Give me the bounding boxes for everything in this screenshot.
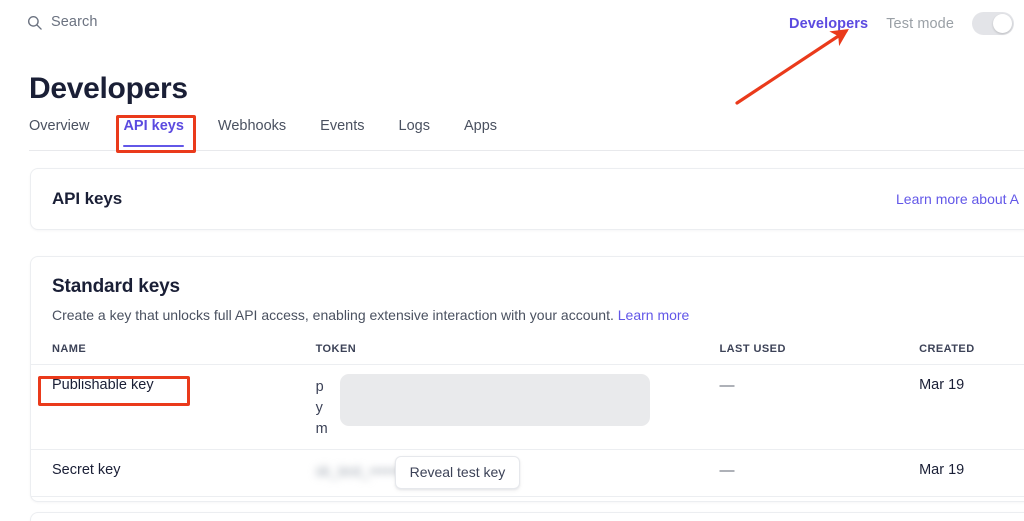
table-header: NAME TOKEN LAST USED CREATED bbox=[31, 343, 1024, 366]
tab-webhooks[interactable]: Webhooks bbox=[201, 118, 303, 147]
standard-keys-title: Standard keys bbox=[52, 276, 180, 297]
cell-created: Mar 19 bbox=[919, 449, 1024, 498]
standard-keys-description-text: Create a key that unlocks full API acces… bbox=[52, 307, 614, 323]
cell-key-token[interactable]: sk_test_•••••••••••••••••••••••• Reveal … bbox=[315, 449, 720, 498]
column-header-created: CREATED bbox=[919, 343, 1024, 366]
created-value: Mar 19 bbox=[919, 462, 965, 479]
cell-last-used: — bbox=[719, 364, 920, 451]
standard-keys-learn-more-link[interactable]: Learn more bbox=[618, 307, 690, 323]
column-header-token: TOKEN bbox=[315, 343, 720, 366]
standard-keys-table: NAME TOKEN LAST USED CREATED Publishable… bbox=[31, 343, 1024, 498]
api-keys-card-title: API keys bbox=[52, 189, 123, 208]
cell-key-name: Secret key bbox=[31, 449, 316, 498]
developers-link[interactable]: Developers bbox=[789, 16, 868, 32]
cell-key-token[interactable]: p 0o9 y R0u m bbox=[315, 364, 720, 451]
token-value-wrapper: p 0o9 y R0u m bbox=[316, 374, 720, 437]
search-icon bbox=[27, 15, 42, 30]
page-title: Developers bbox=[29, 72, 188, 105]
app-root: Search Developers Test mode Developers O… bbox=[0, 0, 1024, 521]
tab-events[interactable]: Events bbox=[303, 118, 381, 147]
column-header-name: NAME bbox=[31, 343, 316, 366]
test-mode-label: Test mode bbox=[886, 15, 954, 32]
last-used-value: — bbox=[719, 377, 735, 395]
standard-keys-card: Standard keys Create a key that unlocks … bbox=[30, 256, 1024, 502]
table-body: Publishable key p 0o9 y R0u m bbox=[31, 364, 1024, 498]
api-keys-card: API keys Learn more about A bbox=[30, 168, 1024, 230]
table-row[interactable]: Publishable key p 0o9 y R0u m bbox=[31, 364, 1024, 451]
top-bar-right: Developers Test mode bbox=[789, 12, 1014, 35]
last-used-value: — bbox=[719, 462, 735, 480]
tab-bar: Overview API keys Webhooks Events Logs A… bbox=[27, 118, 514, 147]
table-header-row: NAME TOKEN LAST USED CREATED bbox=[31, 343, 1024, 366]
tab-api-keys[interactable]: API keys bbox=[106, 118, 200, 147]
learn-more-about-api-keys-link[interactable]: Learn more about A bbox=[896, 191, 1019, 207]
tab-divider bbox=[29, 150, 1024, 151]
tab-logs[interactable]: Logs bbox=[382, 118, 447, 147]
api-keys-card-header: API keys Learn more about A bbox=[31, 169, 1024, 229]
next-section-card bbox=[30, 512, 1024, 521]
table-row[interactable]: Secret key sk_test_•••••••••••••••••••••… bbox=[31, 449, 1024, 498]
cell-created: Mar 19 bbox=[919, 364, 1024, 451]
secret-token-wrapper: sk_test_•••••••••••••••••••••••• Reveal … bbox=[316, 456, 676, 490]
tab-apps[interactable]: Apps bbox=[447, 118, 514, 147]
created-value: Mar 19 bbox=[919, 377, 965, 394]
search-placeholder: Search bbox=[51, 14, 98, 30]
test-mode-toggle[interactable] bbox=[972, 12, 1014, 35]
toggle-knob bbox=[993, 14, 1012, 33]
cell-key-name: Publishable key bbox=[31, 364, 316, 451]
token-redaction-overlay bbox=[339, 374, 650, 427]
tab-overview[interactable]: Overview bbox=[27, 118, 106, 147]
top-bar: Search Developers Test mode bbox=[0, 0, 1024, 52]
standard-keys-header: Standard keys Create a key that unlocks … bbox=[31, 257, 1024, 325]
standard-keys-description: Create a key that unlocks full API acces… bbox=[52, 305, 1018, 325]
search-input[interactable]: Search bbox=[27, 14, 98, 30]
column-header-last-used: LAST USED bbox=[719, 343, 920, 366]
cell-last-used: — bbox=[719, 449, 920, 498]
reveal-test-key-button[interactable]: Reveal test key bbox=[394, 456, 521, 490]
